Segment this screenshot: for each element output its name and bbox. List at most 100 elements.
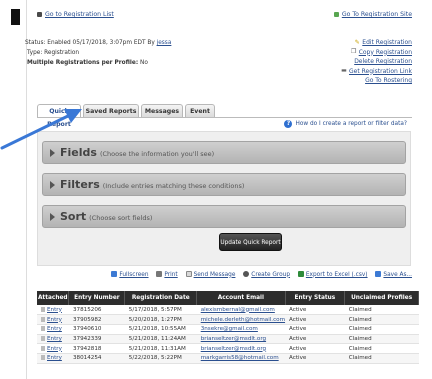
create-group-button[interactable]: Create Group — [243, 271, 290, 278]
paperclip-icon — [41, 355, 45, 361]
unclaimed-profiles-cell: Claimed — [344, 334, 419, 345]
unclaimed-profiles-cell: Claimed — [344, 343, 419, 354]
update-quick-report-button[interactable]: Update Quick Report — [219, 233, 282, 251]
account-email-link[interactable]: michele.derleth@hotmail.com — [201, 317, 285, 323]
print-button[interactable]: Print — [156, 271, 178, 278]
registration-date-cell: 5/21/2018, 11:24AM — [124, 334, 197, 345]
fullscreen-button[interactable]: Fullscreen — [111, 271, 149, 278]
entry-link[interactable]: Entry — [47, 355, 62, 361]
col-entry-status[interactable]: Entry Status — [285, 291, 346, 305]
registration-date-cell: 5/21/2018, 10:55AM — [124, 324, 197, 335]
account-email-cell[interactable]: brianseltzer@msdlt.org — [196, 334, 286, 345]
entry-status-cell: Active — [285, 314, 345, 325]
entries-table: Attached Entry Number Registration Date … — [37, 291, 419, 364]
table-row[interactable]: Entry 37942818 5/21/2018, 11:31AM brianselt… — [37, 343, 419, 354]
account-email-cell[interactable]: alexismbernal@gmail.com — [196, 305, 286, 316]
table-row[interactable]: Entry 38014254 5/22/2018, 5:22PM markgarris… — [37, 353, 419, 364]
registration-page: Go to Registration List Go To Registrati… — [25, 0, 422, 379]
entry-link[interactable]: Entry — [47, 317, 62, 323]
fullscreen-icon — [111, 271, 118, 277]
edit-registration-link[interactable]: Edit Registration — [362, 39, 412, 46]
get-registration-link[interactable]: Get Registration Link — [349, 68, 412, 75]
tab-messages[interactable]: Messages — [141, 104, 183, 118]
paperclip-icon — [41, 335, 45, 341]
entry-link-cell[interactable]: Entry — [37, 305, 69, 316]
create-group-link[interactable]: Create Group — [251, 272, 290, 278]
account-email-cell[interactable]: 3nsekre@gmail.com — [196, 324, 286, 335]
save-as-link[interactable]: Save As... — [383, 272, 412, 278]
tab-saved-reports[interactable]: Saved Reports — [83, 104, 139, 118]
status-label: Status: — [25, 40, 46, 46]
col-account-email[interactable]: Account Email — [196, 291, 286, 305]
fields-title-text: Fields — [60, 146, 97, 159]
tab-quick-report[interactable]: Quick Report — [37, 104, 81, 128]
filters-title-text: Filters — [60, 178, 100, 191]
filters-section[interactable]: Filters (Include entries matching these c… — [42, 173, 406, 196]
export-excel-link[interactable]: Export to Excel (.csv) — [306, 272, 368, 278]
table-row[interactable]: Entry 37815206 5/17/2018, 5:57PM alexismber… — [37, 305, 419, 316]
account-email-link[interactable]: brianseltzer@msdlt.org — [201, 336, 266, 342]
back-link-wrap[interactable]: Go to Registration List — [37, 11, 114, 18]
entry-status-cell: Active — [285, 305, 345, 316]
entry-status-cell: Active — [285, 353, 345, 364]
table-row[interactable]: Entry 37942339 5/21/2018, 11:24AM brianselt… — [37, 334, 419, 345]
account-email-link[interactable]: 3nsekre@gmail.com — [201, 326, 258, 332]
account-email-link[interactable]: brianseltzer@msdlt.org — [201, 346, 266, 352]
sort-title-text: Sort — [60, 210, 87, 223]
help-text[interactable]: How do I create a report or filter data? — [295, 121, 407, 127]
entry-status-cell: Active — [285, 334, 345, 345]
entry-status-cell: Active — [285, 324, 345, 335]
account-email-link[interactable]: markgarris58@hotmail.com — [201, 355, 279, 361]
entry-link[interactable]: Entry — [47, 326, 62, 332]
col-attached[interactable]: Attached — [37, 291, 70, 305]
col-unclaimed-profiles[interactable]: Unclaimed Profiles — [344, 291, 419, 305]
unclaimed-profiles-cell: Claimed — [344, 305, 419, 316]
col-registration-date[interactable]: Registration Date — [124, 291, 198, 305]
entry-link[interactable]: Entry — [47, 336, 62, 342]
person-icon — [243, 271, 250, 277]
table-row[interactable]: Entry 37905982 5/20/2018, 1:27PM michele.de… — [37, 314, 419, 325]
type-line: Type: Registration — [27, 48, 237, 58]
sort-title[interactable]: Sort (Choose sort fields) — [60, 210, 152, 223]
arrow-right-icon — [333, 11, 339, 17]
entry-link-cell[interactable]: Entry — [37, 314, 69, 325]
send-message-button[interactable]: Send Message — [185, 271, 236, 278]
filters-title[interactable]: Filters (Include entries matching these c… — [60, 178, 244, 191]
entry-link-cell[interactable]: Entry — [37, 343, 69, 354]
table-header-row: Attached Entry Number Registration Date … — [37, 291, 419, 305]
col-entry-number[interactable]: Entry Number — [68, 291, 126, 305]
account-email-cell[interactable]: brianseltzer@msdlt.org — [196, 343, 286, 354]
type-value: Registration — [44, 50, 80, 56]
report-toolbar: Fullscreen Print Send Message Create Gro… — [105, 271, 412, 278]
entry-link-cell[interactable]: Entry — [37, 334, 69, 345]
entry-link[interactable]: Entry — [47, 346, 62, 352]
screenshot-frame: Go to Registration List Go To Registrati… — [0, 0, 432, 379]
go-to-rostering-link[interactable]: Go To Rostering — [365, 77, 412, 84]
entry-link-cell[interactable]: Entry — [37, 353, 69, 364]
cropped-bookmark-mark — [11, 9, 20, 25]
status-by-link[interactable]: jessa — [157, 40, 172, 46]
go-to-registration-site-link[interactable]: Go To Registration Site — [342, 11, 412, 18]
account-email-link[interactable]: alexismbernal@gmail.com — [201, 307, 275, 313]
print-link[interactable]: Print — [164, 272, 177, 278]
fields-section[interactable]: Fields (Choose the information you'll see… — [42, 141, 406, 164]
delete-registration-link[interactable]: Delete Registration — [354, 58, 412, 65]
entry-link[interactable]: Entry — [47, 307, 62, 313]
entry-link-cell[interactable]: Entry — [37, 324, 69, 335]
site-link-wrap[interactable]: Go To Registration Site — [333, 11, 412, 18]
export-excel-button[interactable]: Export to Excel (.csv) — [297, 271, 368, 278]
entry-number-cell: 38014254 — [68, 353, 125, 364]
go-to-registration-list-link[interactable]: Go to Registration List — [45, 11, 114, 18]
account-email-cell[interactable]: markgarris58@hotmail.com — [196, 353, 286, 364]
table-row[interactable]: Entry 37940610 5/21/2018, 10:55AM 3nsekre@g… — [37, 324, 419, 335]
help-link[interactable]: ? How do I create a report or filter data… — [284, 120, 407, 128]
sort-section[interactable]: Sort (Choose sort fields) — [42, 205, 406, 228]
fields-title[interactable]: Fields (Choose the information you'll see… — [60, 146, 214, 159]
pencil-icon: ✎ — [354, 38, 360, 46]
fullscreen-link[interactable]: Fullscreen — [119, 272, 148, 278]
account-email-cell[interactable]: michele.derleth@hotmail.com — [196, 314, 286, 325]
send-message-link[interactable]: Send Message — [194, 272, 236, 278]
tab-event[interactable]: Event — [185, 104, 215, 118]
copy-registration-link[interactable]: Copy Registration — [359, 49, 412, 56]
save-as-button[interactable]: Save As... — [375, 271, 412, 278]
